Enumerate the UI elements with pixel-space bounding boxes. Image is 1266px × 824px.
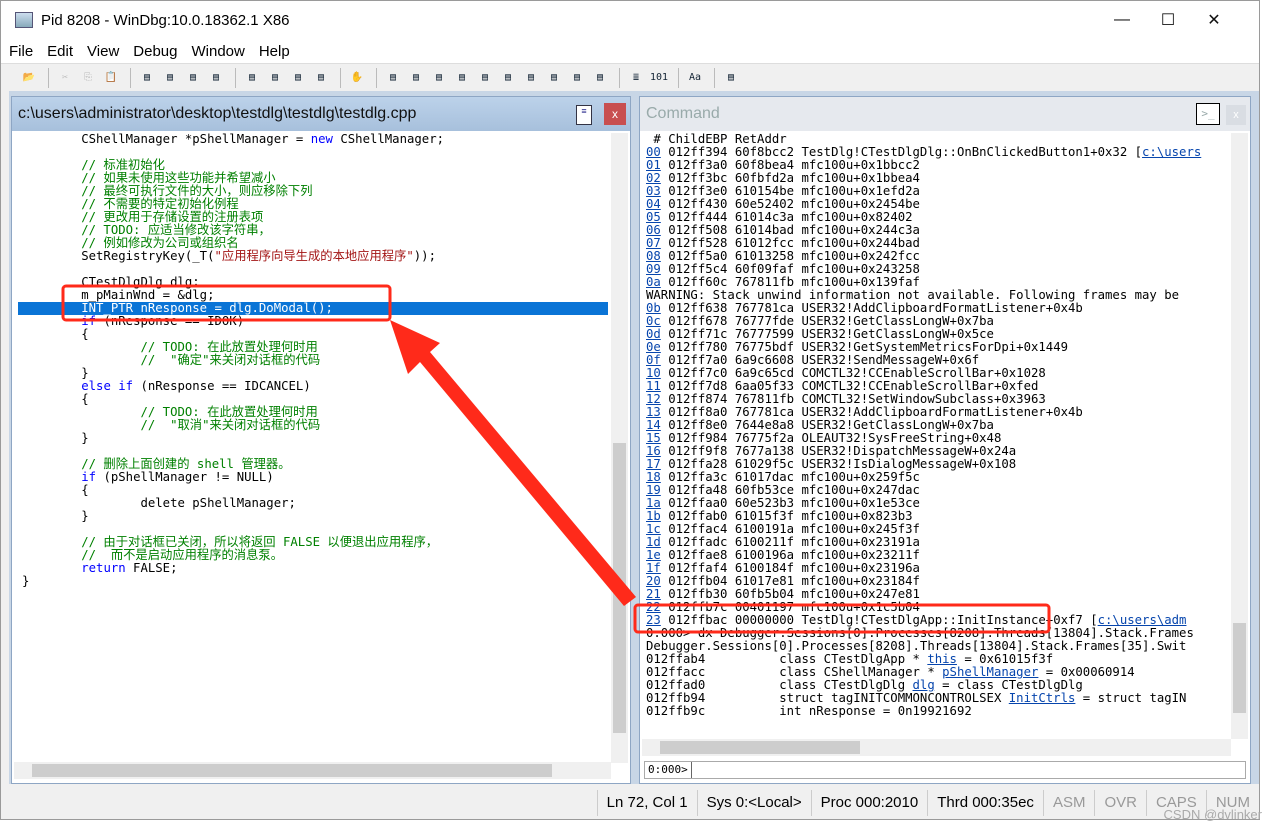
annotation-box-source: [61, 284, 392, 322]
annotation-box-frame: [633, 603, 1051, 634]
annotation-arrow: [390, 320, 636, 606]
annotation-overlay: [61, 284, 1051, 634]
